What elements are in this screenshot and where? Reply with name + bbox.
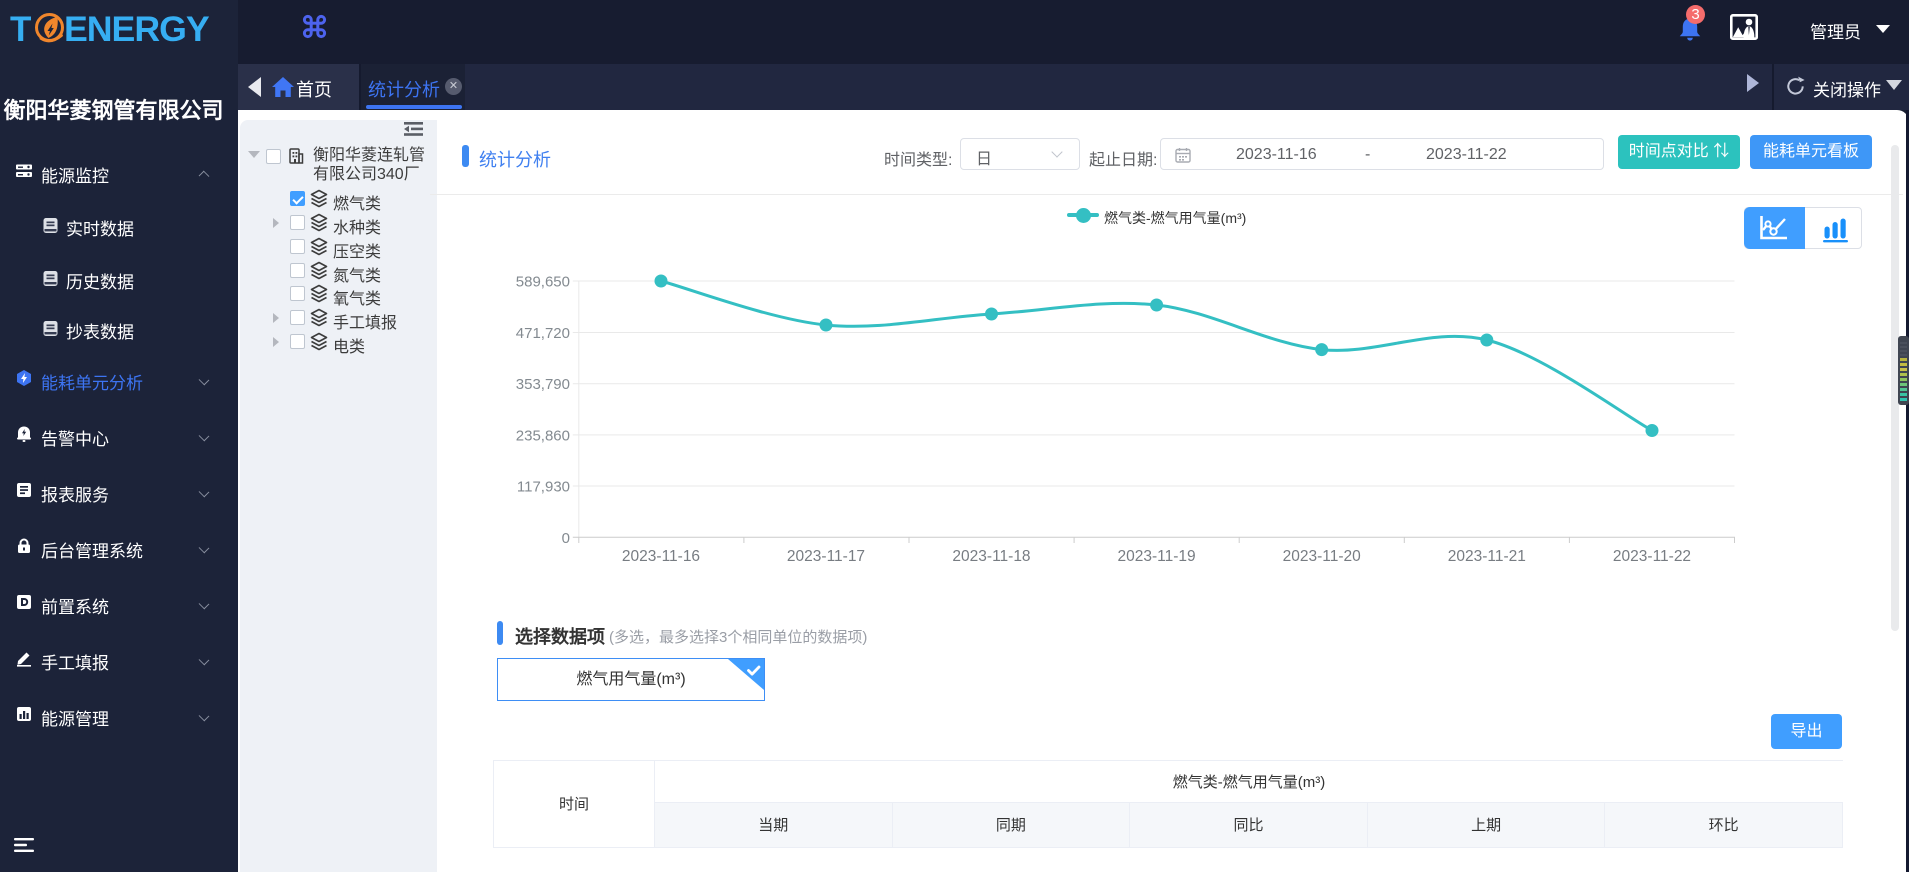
svg-text:589,650: 589,650 xyxy=(516,274,570,291)
svg-text:2023-11-20: 2023-11-20 xyxy=(1283,548,1362,565)
svg-text:0: 0 xyxy=(562,530,570,547)
svg-text:2023-11-19: 2023-11-19 xyxy=(1118,548,1196,565)
svg-text:2023-11-22: 2023-11-22 xyxy=(1613,548,1691,565)
svg-text:117,930: 117,930 xyxy=(517,479,570,496)
svg-text:353,790: 353,790 xyxy=(516,376,570,393)
svg-text:471,720: 471,720 xyxy=(516,325,570,342)
svg-text:235,860: 235,860 xyxy=(516,427,570,444)
svg-text:2023-11-18: 2023-11-18 xyxy=(952,548,1030,565)
svg-text:2023-11-17: 2023-11-17 xyxy=(787,548,865,565)
svg-text:2023-11-21: 2023-11-21 xyxy=(1448,548,1526,565)
svg-text:2023-11-16: 2023-11-16 xyxy=(622,548,700,565)
